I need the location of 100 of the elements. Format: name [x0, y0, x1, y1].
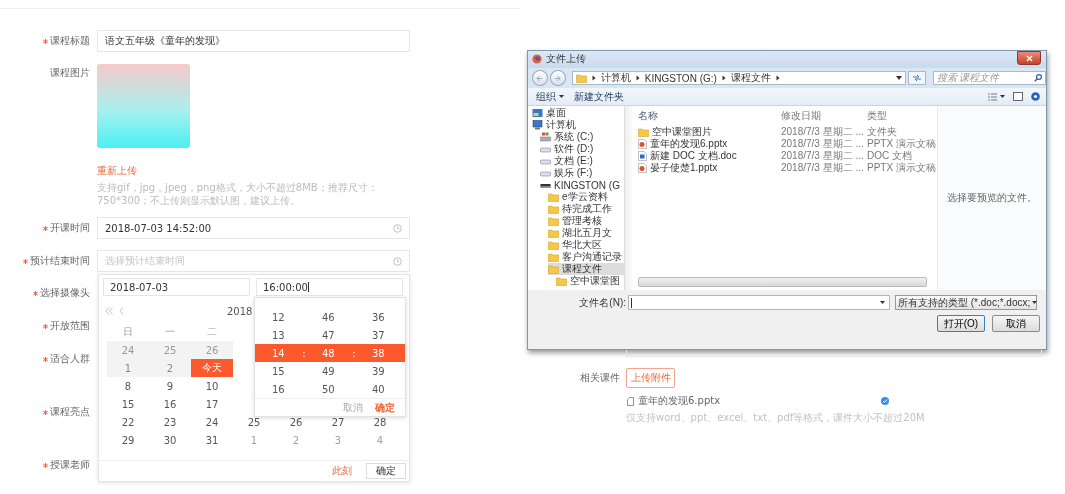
calendar-day[interactable]: 17 [191, 395, 233, 413]
calendar-day[interactable]: 23 [149, 413, 191, 431]
calendar-year: 2018 [227, 305, 253, 317]
calendar-day[interactable]: 26 [275, 413, 317, 431]
file-name[interactable]: 晏子使楚1.pptx [638, 161, 781, 175]
calendar-day[interactable]: 28 [359, 413, 401, 431]
close-button[interactable] [1017, 51, 1041, 65]
time-option[interactable]: 46 [322, 311, 336, 323]
tree-item[interactable]: 文档 (E:) [540, 155, 624, 167]
calendar-day: 26 [191, 341, 233, 359]
time-option[interactable]: 40 [372, 383, 386, 395]
time-option[interactable]: 36 [372, 311, 386, 323]
file-type-dropdown[interactable]: 所有支持的类型 (*.doc;*.docx; [895, 295, 1037, 310]
calendar-day[interactable]: 30 [149, 431, 191, 449]
file-type: PPTX 演示文稿 [867, 137, 935, 150]
tree-item[interactable]: 湖北五月文 [548, 227, 624, 239]
document-file-icon [638, 151, 647, 161]
breadcrumb-item[interactable]: KINGSTON (G:) [644, 72, 717, 84]
folder-icon [548, 228, 559, 238]
tree-item[interactable]: 华北大区 [548, 239, 624, 251]
calendar-day[interactable]: 27 [317, 413, 359, 431]
toolbar-button[interactable]: 组织 [536, 89, 564, 104]
time-option[interactable]: 50 [322, 383, 336, 395]
calendar-day[interactable]: 29 [107, 431, 149, 449]
breadcrumb-item[interactable]: 课程文件 [730, 71, 771, 85]
field-label: 课程亮点 [50, 405, 90, 419]
folder-icon [548, 204, 559, 214]
time-option[interactable]: 39 [372, 365, 386, 377]
file-name[interactable]: 童年的发现6.pptx [638, 137, 781, 151]
time-value: 48 [322, 347, 336, 359]
field-label: 课程图片 [50, 66, 90, 80]
back-button[interactable] [532, 70, 548, 86]
calendar-day[interactable]: 15 [107, 395, 149, 413]
cancel-button[interactable]: 取消 [992, 315, 1040, 332]
calendar-day[interactable]: 24 [191, 413, 233, 431]
folder-icon [548, 192, 559, 202]
preview-pane-button[interactable] [1013, 92, 1023, 101]
tree-item[interactable]: 管理考核 [548, 215, 624, 227]
tree-item[interactable]: 客户沟通记录 [548, 251, 624, 263]
time-option[interactable]: 37 [372, 329, 386, 341]
calendar-day[interactable]: 22 [107, 413, 149, 431]
required-icon [23, 258, 28, 264]
calendar-day[interactable]: 10 [191, 377, 233, 395]
tree-item[interactable]: 娱乐 (F:) [540, 167, 624, 179]
column-header[interactable]: 类型 [867, 109, 935, 123]
file-name[interactable]: 空中课堂图片 [638, 125, 781, 139]
calendar-day[interactable]: 31 [191, 431, 233, 449]
caret-down-icon [895, 76, 902, 80]
open-button[interactable]: 打开(O) [937, 315, 985, 332]
calendar-day[interactable]: 9 [149, 377, 191, 395]
time-option[interactable]: 49 [322, 365, 336, 377]
time-option[interactable]: 12 [272, 311, 286, 323]
time-option[interactable]: 15 [272, 365, 286, 377]
scrollbar[interactable] [638, 277, 927, 287]
input-field[interactable] [626, 350, 1042, 357]
tree-item[interactable]: 软件 (D:) [540, 143, 624, 155]
confirm-button[interactable]: 确定 [366, 463, 406, 479]
calendar-day[interactable]: 8 [107, 377, 149, 395]
breadcrumb-item[interactable]: 计算机 [600, 71, 631, 85]
column-header[interactable]: 名称 [638, 109, 781, 123]
tree-item[interactable]: 计算机 [532, 119, 624, 131]
required-icon [43, 225, 48, 231]
file-name-field[interactable] [628, 295, 890, 310]
file-name[interactable]: 新建 DOC 文档.doc [638, 149, 781, 163]
text-field[interactable]: 语文五年级《童年的发现》 [97, 30, 410, 52]
time-option[interactable]: 13 [272, 329, 286, 341]
calendar-day[interactable]: 25 [233, 413, 275, 431]
time-field[interactable]: 16:00:00 [256, 278, 403, 296]
time-value: 38 [372, 347, 386, 359]
time-option[interactable]: 47 [322, 329, 336, 341]
time-option[interactable]: 16 [272, 383, 286, 395]
tree-item[interactable]: KINGSTON (G [540, 179, 624, 191]
tree-item[interactable]: 课程文件 [548, 263, 624, 275]
attachment-link[interactable]: 童年的发现6.pptx [627, 394, 721, 408]
toolbar-button[interactable]: 新建文件夹 [574, 89, 624, 104]
calendar-day[interactable]: 16 [149, 395, 191, 413]
file-icon [627, 396, 634, 406]
tree-item[interactable]: 桌面 [532, 107, 624, 119]
tree-item[interactable]: 待完成工作 [548, 203, 624, 215]
view-button[interactable] [988, 92, 1005, 101]
computer-icon [532, 120, 543, 130]
address-bar[interactable]: 计算机 KINGSTON (G:) 课程文件 [571, 71, 906, 85]
time-field[interactable]: 2018-07-03 14:52:00 [97, 217, 410, 239]
calendar-day: 2 [149, 359, 191, 377]
column-header[interactable]: 修改日期 [781, 109, 867, 123]
file-date: 2018/7/3 星期二 ... [781, 125, 865, 138]
scrollbar[interactable] [624, 106, 632, 290]
folder-icon [548, 216, 559, 226]
field-label: 授课老师 [50, 458, 90, 472]
file-type: 文件夹 [867, 125, 898, 139]
forward-button[interactable] [549, 70, 566, 86]
tree-item[interactable]: 空中课堂图 [556, 275, 624, 287]
help-button[interactable] [1031, 92, 1040, 101]
arrow-right-icon [554, 74, 562, 82]
tree-item[interactable]: 系统 (C:) [540, 131, 624, 143]
tree-item[interactable]: e学云资料 [548, 191, 624, 203]
refresh-button[interactable] [907, 71, 926, 85]
arrow-left-icon [536, 74, 544, 82]
required-icon [43, 462, 48, 468]
date-field[interactable]: 2018-07-03 [103, 278, 250, 296]
